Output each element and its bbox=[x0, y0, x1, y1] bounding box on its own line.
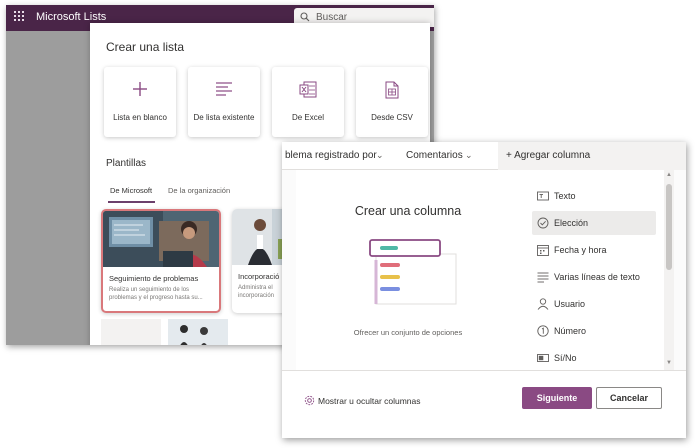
column-type-description: Ofrecer un conjunto de opciones bbox=[353, 328, 463, 337]
add-column-label: + Agregar columna bbox=[506, 150, 591, 161]
template-title: Seguimiento de problemas bbox=[109, 274, 199, 283]
column-type-label: Fecha y hora bbox=[554, 245, 607, 255]
column-type-label: Usuario bbox=[554, 299, 586, 309]
column-type-label: Número bbox=[554, 326, 587, 336]
templates-heading: Plantillas bbox=[106, 158, 147, 169]
excel-icon bbox=[272, 81, 344, 101]
create-column-window: blema registrado por ⌄ Comentarios ⌄ + A… bbox=[282, 142, 686, 438]
card-label: De Excel bbox=[291, 113, 324, 122]
calendar-icon bbox=[537, 245, 549, 256]
panel-footer: Mostrar u ocultar columnas Siguiente Can… bbox=[282, 370, 686, 438]
add-column-button[interactable]: + Agregar columna bbox=[498, 142, 686, 170]
chevron-down-icon[interactable]: ⌄ bbox=[376, 150, 384, 161]
column-type-multiline[interactable]: Varias líneas de texto bbox=[532, 265, 656, 289]
chevron-down-icon[interactable]: ⌄ bbox=[465, 150, 473, 161]
scroll-down-icon[interactable]: ▼ bbox=[666, 360, 672, 366]
card-blank-list[interactable]: Lista en blanco bbox=[104, 67, 176, 137]
csv-icon bbox=[356, 81, 428, 101]
plus-icon bbox=[104, 81, 176, 101]
tab-underline bbox=[108, 201, 155, 203]
search-placeholder: Buscar bbox=[316, 12, 348, 23]
text-icon bbox=[537, 191, 549, 201]
choice-illustration-icon bbox=[369, 239, 457, 305]
template-description: Realiza un seguimiento de los problemas … bbox=[109, 287, 203, 301]
column-type-list: Texto Elección Fecha y hora Varias línea… bbox=[520, 170, 664, 370]
app-launcher-icon[interactable] bbox=[14, 11, 26, 23]
column-type-datetime[interactable]: Fecha y hora bbox=[532, 238, 656, 262]
gear-icon[interactable] bbox=[304, 395, 315, 406]
card-excel[interactable]: De Excel bbox=[272, 67, 344, 137]
column-type-number[interactable]: Número bbox=[532, 319, 656, 343]
column-type-person[interactable]: Usuario bbox=[532, 292, 656, 316]
column-type-label: Elección bbox=[554, 218, 589, 228]
column-header-issue-reported-by[interactable]: blema registrado por bbox=[285, 150, 377, 161]
show-hide-columns-link[interactable]: Mostrar u ocultar columnas bbox=[318, 396, 421, 406]
search-icon bbox=[300, 12, 310, 22]
card-csv[interactable]: Desde CSV bbox=[356, 67, 428, 137]
column-type-text[interactable]: Texto bbox=[532, 184, 656, 208]
tab-from-microsoft[interactable]: De Microsoft bbox=[110, 186, 152, 195]
number-icon bbox=[537, 325, 549, 337]
card-label: De lista existente bbox=[193, 113, 255, 122]
yesno-icon bbox=[537, 354, 549, 362]
person-icon bbox=[537, 298, 549, 310]
scroll-up-icon[interactable]: ▲ bbox=[666, 172, 672, 178]
create-column-panel: Crear una columna Ofrecer un conjunto de… bbox=[282, 170, 686, 438]
column-type-label: Texto bbox=[554, 191, 576, 201]
panel-title: Crear una columna bbox=[354, 204, 462, 218]
column-type-choice[interactable]: Elección bbox=[532, 211, 656, 235]
column-header-bar: blema registrado por ⌄ Comentarios ⌄ + A… bbox=[282, 142, 686, 170]
overlay-left bbox=[6, 31, 90, 345]
template-title: Incorporació bbox=[238, 272, 280, 281]
panel-title: Crear una lista bbox=[106, 40, 185, 54]
column-preview-area: Crear una columna Ofrecer un conjunto de… bbox=[296, 170, 520, 370]
next-button[interactable]: Siguiente bbox=[522, 387, 592, 409]
template-photo-row bbox=[101, 319, 161, 345]
choice-icon bbox=[537, 217, 549, 229]
scrollbar-thumb[interactable] bbox=[666, 184, 672, 270]
column-type-scrollbar[interactable]: ▲ ▼ bbox=[664, 170, 674, 370]
tab-from-organization[interactable]: De la organización bbox=[168, 186, 230, 195]
app-title: Microsoft Lists bbox=[36, 11, 107, 23]
template-photo bbox=[168, 319, 228, 345]
template-description: Administra el incorporación bbox=[238, 285, 275, 299]
card-label: Desde CSV bbox=[371, 113, 413, 122]
cancel-button[interactable]: Cancelar bbox=[596, 387, 662, 409]
multiline-icon bbox=[537, 272, 549, 283]
template-card-issue-tracking[interactable]: Seguimiento de problemas Realiza un segu… bbox=[101, 209, 221, 313]
list-lines-icon bbox=[188, 81, 260, 101]
template-photo bbox=[103, 211, 219, 267]
column-type-yesno[interactable]: Sí/No bbox=[532, 346, 656, 370]
column-type-label: Varias líneas de texto bbox=[554, 272, 640, 282]
column-type-label: Sí/No bbox=[554, 353, 577, 363]
card-existing-list[interactable]: De lista existente bbox=[188, 67, 260, 137]
card-label: Lista en blanco bbox=[113, 113, 167, 122]
template-photo-row bbox=[168, 319, 228, 345]
column-header-comments[interactable]: Comentarios bbox=[406, 150, 463, 161]
